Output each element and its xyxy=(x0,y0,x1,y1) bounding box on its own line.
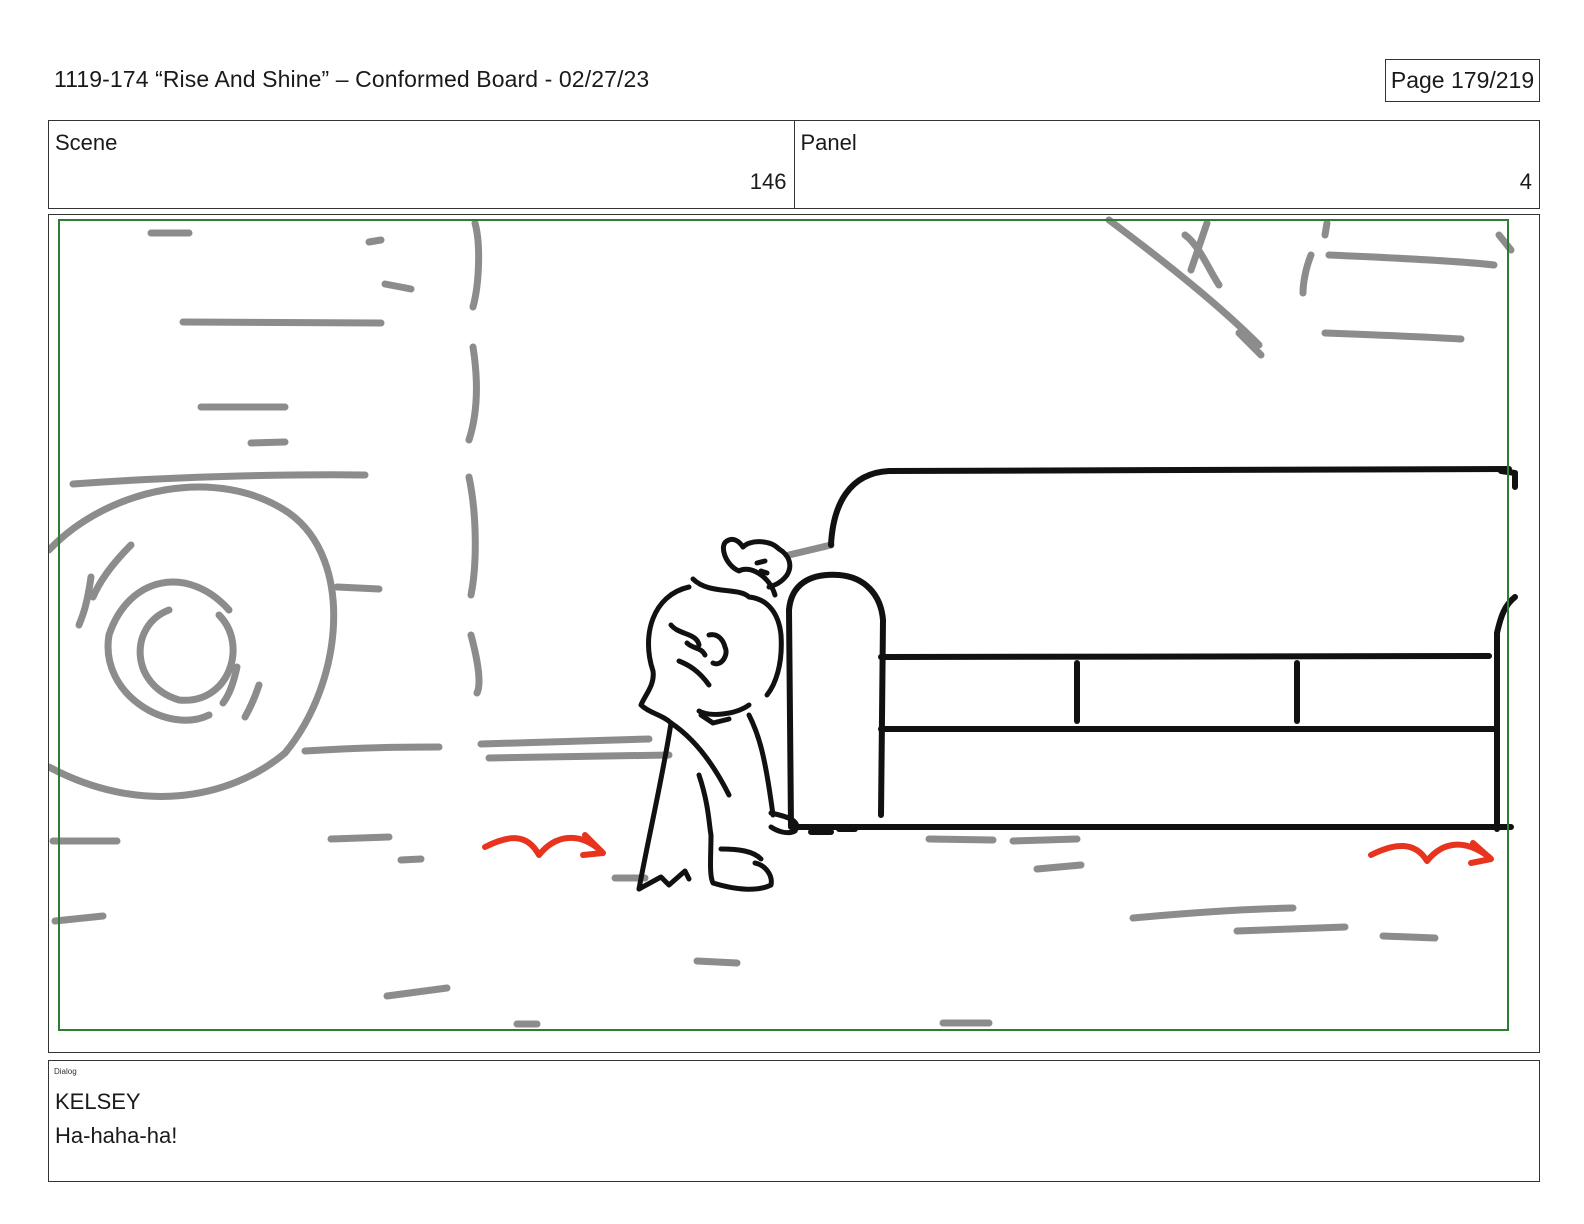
scene-cell: Scene 146 xyxy=(49,121,794,208)
dialog-line: Ha-haha-ha! xyxy=(55,1123,178,1148)
scene-number: 146 xyxy=(749,169,787,194)
dialog-character: KELSEY xyxy=(55,1089,141,1114)
dialog-box: Dialog KELSEY Ha-haha-ha! xyxy=(48,1060,1540,1182)
page-number: Page 179/219 xyxy=(1385,59,1540,102)
storyboard-drawing xyxy=(49,216,1518,1031)
panel-number: 4 xyxy=(1519,169,1532,194)
scene-panel-info: Scene 146 Panel 4 xyxy=(48,120,1540,209)
dialog-label: Dialog xyxy=(54,1067,77,1076)
panel-cell: Panel 4 xyxy=(793,121,1540,208)
sofa-drawing xyxy=(786,466,1518,835)
kelsey-drawing xyxy=(636,536,799,892)
document-title: 1119-174 “Rise And Shine” – Conformed Bo… xyxy=(54,66,650,92)
storyboard-panel xyxy=(48,214,1540,1053)
scene-label: Scene xyxy=(55,130,118,155)
panel-label: Panel xyxy=(800,130,857,155)
